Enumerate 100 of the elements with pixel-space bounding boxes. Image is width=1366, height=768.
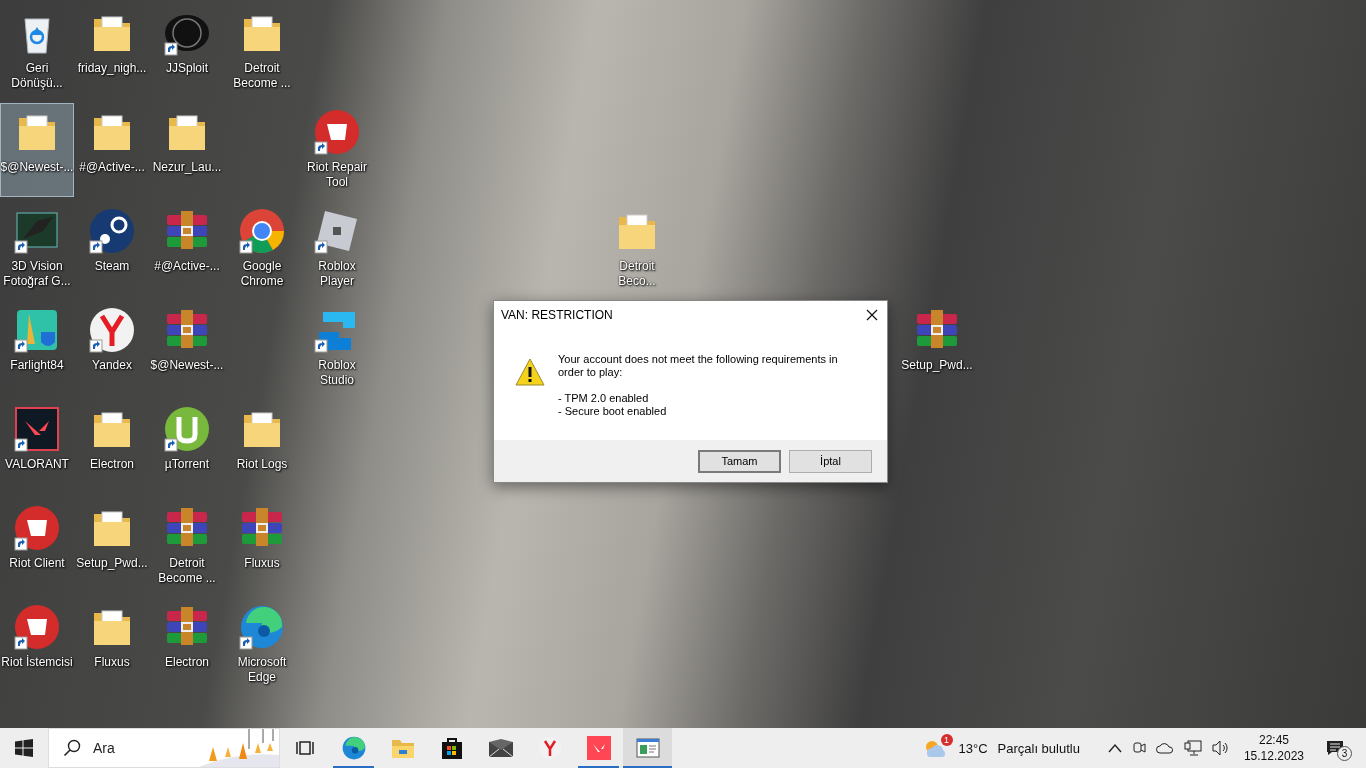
- cloud-icon[interactable]: [1155, 742, 1174, 754]
- archive-icon: [167, 607, 207, 645]
- icon-label: Riot Client: [8, 556, 66, 571]
- dialog-message: Your account does not meet the following requirements in order to play:: [558, 353, 839, 379]
- weather-condition-text: Parçalı bulutlu: [997, 740, 1080, 756]
- yandex-icon: [90, 308, 134, 352]
- icon-label: Electron: [89, 457, 135, 472]
- desktop-icon[interactable]: Farlight84: [0, 301, 74, 395]
- desktop-icon[interactable]: Steam: [75, 202, 149, 296]
- weather-alert-badge: 1: [940, 734, 953, 746]
- archive-icon: [167, 508, 207, 546]
- folder-icon: [94, 115, 130, 150]
- desktop-icon[interactable]: Detroit Become ...: [150, 499, 224, 593]
- desktop-icon[interactable]: Riot Logs: [225, 400, 299, 494]
- icon-label: Fluxus: [243, 556, 281, 571]
- chevron-up-icon[interactable]: [1107, 743, 1122, 753]
- search-field[interactable]: Ara: [93, 740, 199, 756]
- icon-label: Yandex: [91, 358, 133, 373]
- desktop-icon[interactable]: Riot Repair Tool: [300, 103, 374, 197]
- icon-label: Detroit Become ...: [157, 556, 217, 586]
- icon-label: Steam: [93, 259, 131, 274]
- desktop-icon[interactable]: Setup_Pwd...: [900, 301, 974, 395]
- icon-label: VALORANT: [4, 457, 70, 472]
- folder-icon: [94, 610, 130, 645]
- edge-icon: [241, 606, 283, 648]
- desktop-icon[interactable]: $@Newest-...: [0, 103, 74, 197]
- close-icon: [866, 309, 878, 321]
- folder-icon: [94, 412, 130, 447]
- icon-label: friday_nigh...: [76, 61, 148, 76]
- desktop-icon[interactable]: Fluxus: [225, 499, 299, 593]
- desktop-icon[interactable]: Riot İstemcisi: [0, 598, 74, 692]
- desktop-icon[interactable]: Roblox Player: [300, 202, 374, 296]
- desktop-icon[interactable]: JJSploit: [150, 4, 224, 98]
- folder-icon: [169, 115, 205, 150]
- desktop-icon[interactable]: VALORANT: [0, 400, 74, 494]
- app-window-icon: [635, 738, 660, 758]
- network-icon[interactable]: [1183, 740, 1202, 756]
- desktop-icon[interactable]: Electron: [75, 400, 149, 494]
- icon-label: Setup_Pwd...: [75, 556, 149, 571]
- desktop-icon[interactable]: µTorrent: [150, 400, 224, 494]
- clock[interactable]: 22:45 15.12.2023: [1239, 732, 1308, 764]
- windows-logo-icon: [15, 739, 33, 757]
- icon-label: µTorrent: [163, 457, 211, 472]
- requirement-item: - TPM 2.0 enabled: [558, 392, 650, 405]
- chrome-icon: [240, 209, 284, 253]
- icon-label: Roblox Player: [317, 259, 357, 289]
- dialog-title: VAN: RESTRICTION: [501, 308, 613, 322]
- utorrent-icon: [165, 407, 209, 451]
- folder-icon: [19, 115, 55, 150]
- desktop-icon[interactable]: $@Newest-...: [150, 301, 224, 395]
- desktop-icon[interactable]: Setup_Pwd...: [75, 499, 149, 593]
- icon-label: Riot Repair Tool: [306, 160, 368, 190]
- desktop-icon[interactable]: Nezur_Lau...: [150, 103, 224, 197]
- warning-icon: [514, 357, 546, 387]
- icon-label: Riot Logs: [235, 457, 289, 472]
- store-bag-icon: [440, 736, 463, 760]
- icon-label: $@Newest-...: [0, 160, 74, 175]
- archive-icon: [167, 211, 207, 249]
- steam-icon: [90, 209, 134, 253]
- desktop-icon[interactable]: Geri Dönüşü...: [0, 4, 74, 98]
- dialog-button[interactable]: İptal: [789, 449, 872, 473]
- notifications-button[interactable]: 3: [1326, 735, 1352, 761]
- icon-label: JJSploit: [165, 61, 209, 76]
- icon-label: Roblox Studio: [317, 358, 357, 388]
- icon-label: #@Active-...: [153, 259, 221, 274]
- search-icon: [63, 739, 81, 757]
- icon-label: Electron: [164, 655, 210, 670]
- icon-label: Setup_Pwd...: [900, 358, 974, 373]
- archive-icon: [242, 508, 282, 546]
- camera-icon[interactable]: [1131, 740, 1146, 756]
- icon-label: Nezur_Lau...: [151, 160, 223, 175]
- temperature-text: 13°C: [958, 740, 988, 756]
- desktop-icon[interactable]: 3D Vision Fotoğraf G...: [0, 202, 74, 296]
- folder-icon: [619, 214, 655, 249]
- desktop-icon[interactable]: Detroit Become ...: [225, 4, 299, 98]
- desktop-icon[interactable]: friday_nigh...: [75, 4, 149, 98]
- icon-label: #@Active-...: [78, 160, 146, 175]
- icon-label: Detroit Beco...: [617, 259, 657, 289]
- desktop-icon[interactable]: #@Active-...: [150, 202, 224, 296]
- icon-label: Geri Dönüşü...: [10, 61, 64, 91]
- folder-icon: [244, 412, 280, 447]
- archive-icon: [167, 310, 207, 348]
- desktop-icon[interactable]: Fluxus: [75, 598, 149, 692]
- desktop-icon[interactable]: #@Active-...: [75, 103, 149, 197]
- desktop-icon[interactable]: Riot Client: [0, 499, 74, 593]
- mail-envelope-icon: [487, 738, 514, 758]
- folder-icon: [390, 737, 415, 759]
- icon-label: Detroit Become ...: [232, 61, 292, 91]
- dialog-button[interactable]: Tamam: [698, 449, 781, 473]
- icon-label: Farlight84: [9, 358, 65, 373]
- folder-icon: [244, 16, 280, 51]
- desktop-icon[interactable]: Electron: [150, 598, 224, 692]
- desktop-icon[interactable]: Google Chrome: [225, 202, 299, 296]
- volume-icon[interactable]: [1211, 740, 1230, 756]
- desktop-icon[interactable]: Roblox Studio: [300, 301, 374, 395]
- edge-browser-icon: [340, 735, 367, 761]
- icon-label: Fluxus: [93, 655, 131, 670]
- desktop-icon[interactable]: Microsoft Edge: [225, 598, 299, 692]
- roblox-icon: [317, 211, 357, 251]
- desktop-icon[interactable]: Yandex: [75, 301, 149, 395]
